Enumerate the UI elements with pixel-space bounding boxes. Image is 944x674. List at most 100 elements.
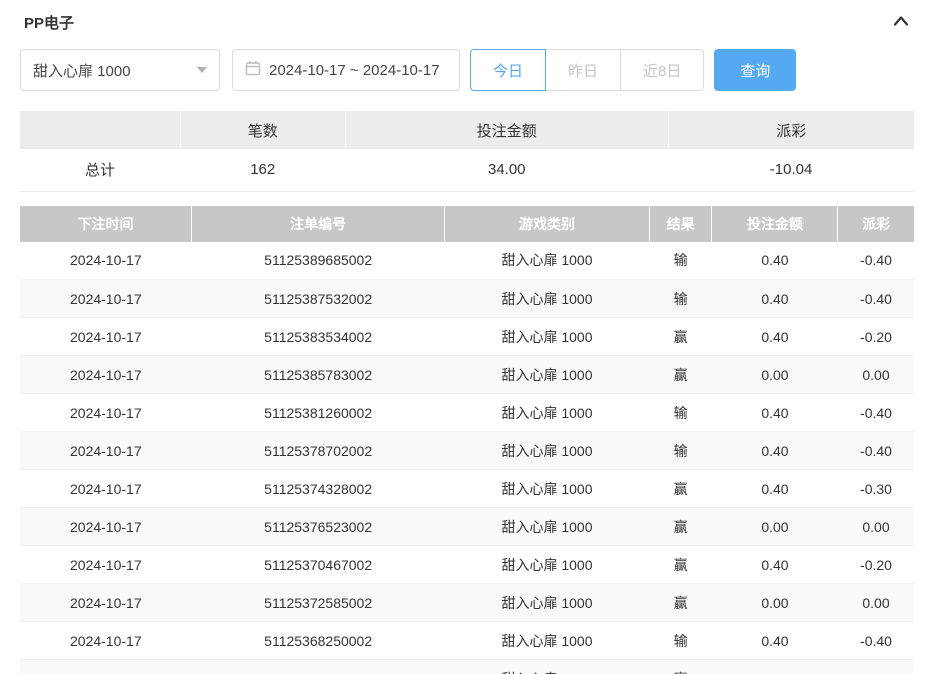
table-row: 2024-10-1751125365368002甜入心扉 1000赢0.000.… [20,660,914,674]
order-number-cell: 51125381260002 [192,394,445,432]
bet-amount-cell: 0.40 [712,242,838,280]
table-row: 2024-10-1751125368250002甜入心扉 1000输0.40-0… [20,622,914,660]
quick-range-group: 今日 昨日 近8日 [470,49,704,91]
pp-electronic-panel: PP电子 甜入心扉 1000 2024-10-17 ~ 2 [0,0,944,674]
order-number-cell: 51125376523002 [192,508,445,546]
bet-amount-cell: 0.40 [712,394,838,432]
payout-cell: -0.40 [838,242,914,280]
result-cell: 输 [649,432,712,470]
bet-time-cell: 2024-10-17 [20,242,192,280]
bet-time-cell: 2024-10-17 [20,280,192,318]
game-category-cell: 甜入心扉 1000 [445,622,650,660]
payout-cell: -0.40 [838,280,914,318]
bet-amount-cell: 0.00 [712,660,838,674]
bet-time-cell: 2024-10-17 [20,394,192,432]
date-range-value: 2024-10-17 ~ 2024-10-17 [269,62,440,79]
order-number-cell: 51125368250002 [192,622,445,660]
game-category-cell: 甜入心扉 1000 [445,546,650,584]
summary-header-count: 笔数 [180,111,345,149]
bet-table-body: 2024-10-1751125389685002甜入心扉 1000输0.40-0… [20,242,914,674]
table-row: 2024-10-1751125385783002甜入心扉 1000赢0.000.… [20,356,914,394]
game-category-cell: 甜入心扉 1000 [445,394,650,432]
table-row: 2024-10-1751125374328002甜入心扉 1000赢0.40-0… [20,470,914,508]
summary-header-bet-amount: 投注金额 [345,111,668,149]
bet-time-cell: 2024-10-17 [20,356,192,394]
result-cell: 输 [649,242,712,280]
payout-cell: 0.00 [838,508,914,546]
payout-cell: 0.00 [838,660,914,674]
game-select-value: 甜入心扉 1000 [33,60,131,81]
page-title: PP电子 [24,12,74,33]
payout-cell: -0.40 [838,394,914,432]
order-number-cell: 51125372585002 [192,584,445,622]
date-range-input[interactable]: 2024-10-17 ~ 2024-10-17 [232,49,460,91]
result-cell: 输 [649,622,712,660]
quick-range-last8days-button[interactable]: 近8日 [620,49,704,91]
bet-time-cell: 2024-10-17 [20,432,192,470]
column-header-game-category: 游戏类别 [445,206,650,242]
quick-range-yesterday-button[interactable]: 昨日 [545,49,621,91]
order-number-cell: 51125365368002 [192,660,445,674]
search-button[interactable]: 查询 [714,49,796,91]
payout-cell: 0.00 [838,356,914,394]
order-number-cell: 51125383534002 [192,318,445,356]
result-cell: 赢 [649,584,712,622]
game-category-cell: 甜入心扉 1000 [445,432,650,470]
payout-cell: -0.40 [838,622,914,660]
result-cell: 赢 [649,470,712,508]
column-header-result: 结果 [649,206,712,242]
bet-amount-cell: 0.40 [712,470,838,508]
table-row: 2024-10-1751125383534002甜入心扉 1000赢0.40-0… [20,318,914,356]
bet-time-cell: 2024-10-17 [20,584,192,622]
bet-time-cell: 2024-10-17 [20,660,192,674]
summary-header-row: 笔数 投注金额 派彩 [20,111,914,149]
payout-cell: -0.40 [838,432,914,470]
filter-bar: 甜入心扉 1000 2024-10-17 ~ 2024-10-17 今日 昨日 … [20,49,914,91]
game-category-cell: 甜入心扉 1000 [445,242,650,280]
order-number-cell: 51125387532002 [192,280,445,318]
game-category-cell: 甜入心扉 1000 [445,356,650,394]
result-cell: 赢 [649,660,712,674]
order-number-cell: 51125385783002 [192,356,445,394]
bet-table-header-row: 下注时间 注单编号 游戏类别 结果 投注金额 派彩 [20,206,914,242]
bet-time-cell: 2024-10-17 [20,508,192,546]
bet-amount-cell: 0.40 [712,432,838,470]
summary-bet-amount-value: 34.00 [345,149,668,191]
payout-cell: 0.00 [838,584,914,622]
bet-amount-cell: 0.00 [712,508,838,546]
summary-table: 笔数 投注金额 派彩 总计 162 34.00 -10.04 [20,111,914,192]
result-cell: 赢 [649,546,712,584]
quick-range-today-button[interactable]: 今日 [470,49,546,91]
column-header-payout: 派彩 [838,206,914,242]
table-row: 2024-10-1751125372585002甜入心扉 1000赢0.000.… [20,584,914,622]
order-number-cell: 51125374328002 [192,470,445,508]
bet-records-table: 下注时间 注单编号 游戏类别 结果 投注金额 派彩 2024-10-175112… [20,206,914,674]
game-category-cell: 甜入心扉 1000 [445,508,650,546]
bet-amount-cell: 0.00 [712,356,838,394]
summary-total-label: 总计 [20,149,180,191]
bet-time-cell: 2024-10-17 [20,470,192,508]
collapse-panel-button[interactable] [892,14,910,31]
table-row: 2024-10-1751125381260002甜入心扉 1000输0.40-0… [20,394,914,432]
table-row: 2024-10-1751125376523002甜入心扉 1000赢0.000.… [20,508,914,546]
result-cell: 赢 [649,318,712,356]
bet-time-cell: 2024-10-17 [20,318,192,356]
column-header-order-number: 注单编号 [192,206,445,242]
table-row: 2024-10-1751125387532002甜入心扉 1000输0.40-0… [20,280,914,318]
summary-total-row: 总计 162 34.00 -10.04 [20,149,914,191]
chevron-up-icon [892,14,910,31]
order-number-cell: 51125389685002 [192,242,445,280]
game-category-cell: 甜入心扉 1000 [445,584,650,622]
payout-cell: -0.20 [838,318,914,356]
order-number-cell: 51125370467002 [192,546,445,584]
game-category-cell: 甜入心扉 1000 [445,470,650,508]
payout-cell: -0.20 [838,546,914,584]
panel-header: PP电子 [20,0,914,43]
game-select[interactable]: 甜入心扉 1000 [20,49,220,91]
summary-header-blank [20,111,180,149]
bet-amount-cell: 0.40 [712,546,838,584]
result-cell: 输 [649,280,712,318]
bet-amount-cell: 0.40 [712,280,838,318]
summary-payout-value: -10.04 [668,149,914,191]
result-cell: 赢 [649,356,712,394]
